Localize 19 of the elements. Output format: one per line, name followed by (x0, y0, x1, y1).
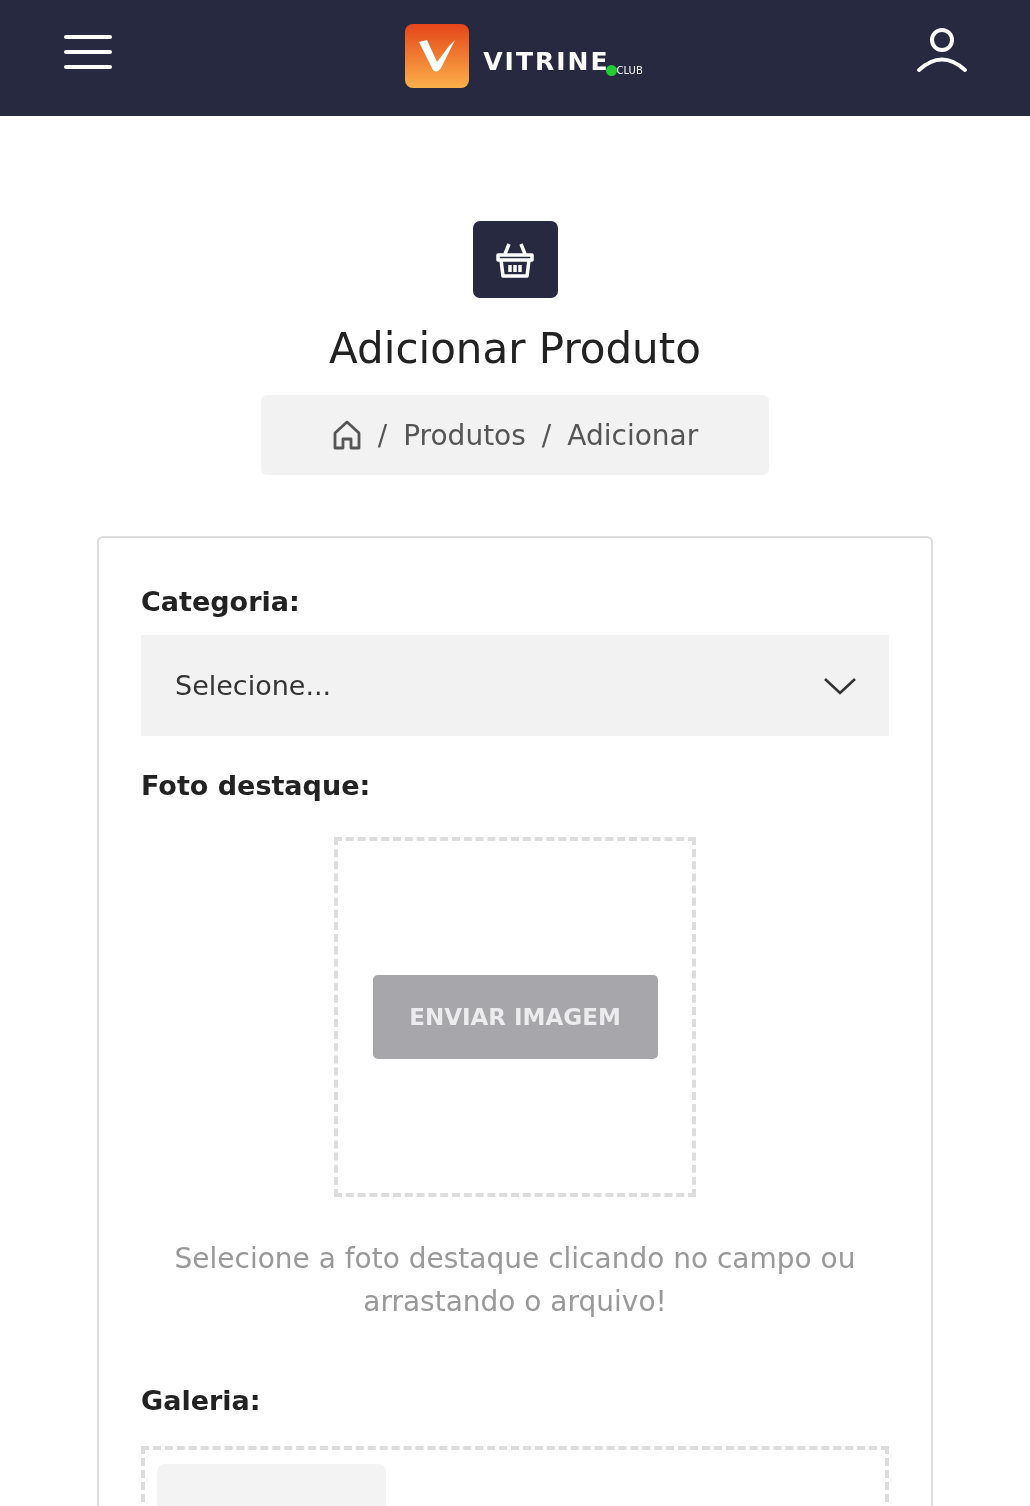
user-icon[interactable] (916, 27, 968, 73)
logo-icon (405, 24, 470, 88)
basket-icon (472, 221, 558, 298)
breadcrumb-separator: / (541, 418, 552, 452)
field-label: Galeria: (141, 1385, 262, 1416)
field-label: Foto destaque: (141, 770, 372, 801)
logo-suffix: CLUB (616, 65, 643, 76)
field-label: Categoria: (141, 586, 301, 617)
breadcrumb-link[interactable]: Produtos (403, 418, 526, 452)
logo-text: VITRINE (483, 47, 610, 76)
status-dot (605, 65, 617, 76)
help-text: Selecione a foto destaque clicando no campo ou arrastando o arquivo! (173, 1241, 857, 1320)
menu-icon[interactable] (64, 34, 112, 70)
home-icon[interactable] (331, 419, 362, 451)
category-select[interactable]: Selecione... (141, 635, 889, 736)
page-title: Adicionar Produto (329, 324, 701, 373)
breadcrumb-separator: / (377, 418, 388, 452)
breadcrumb-current: Adicionar (567, 418, 699, 452)
chevron-down-icon (823, 675, 857, 696)
